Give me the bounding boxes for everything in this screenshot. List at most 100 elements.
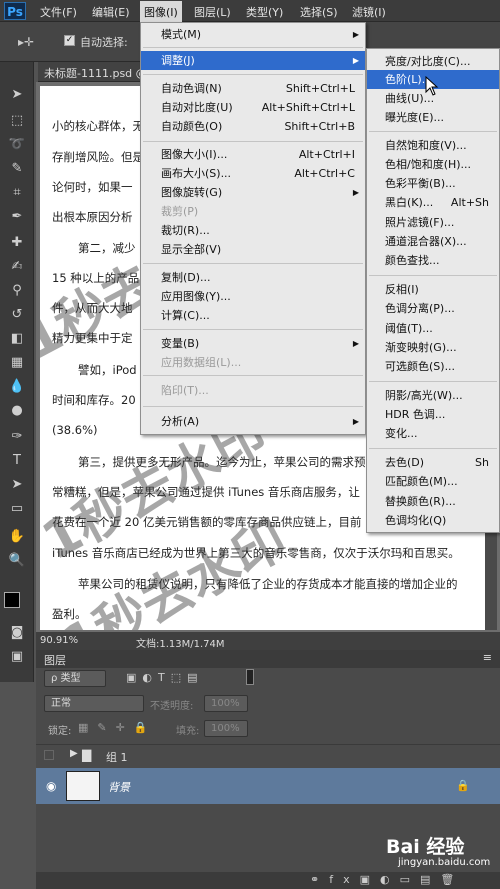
quick-mask-icon[interactable]: ◙ [8, 624, 26, 642]
fill-field[interactable]: 100% [204, 720, 248, 737]
adjust-menu-item[interactable]: 色相/饱和度(H)... [367, 155, 499, 174]
brush-icon[interactable]: ✍ [8, 258, 26, 276]
image-menu-item[interactable]: 裁切(R)... [141, 221, 365, 240]
document-tab[interactable]: 未标题-1111.psd @ [44, 65, 147, 81]
path-select-icon[interactable]: ➤ [8, 476, 26, 494]
image-menu-item-label: 自动色调(N) [161, 82, 222, 95]
menu-image[interactable]: 图像(I) [140, 1, 182, 22]
image-menu-item[interactable]: 应用图像(Y)... [141, 287, 365, 306]
adjustments-submenu: 亮度/对比度(C)... 色阶(L)... 曲线(U)... 曝光度(E)... 自然饱… [366, 48, 500, 533]
adjust-menu-item[interactable]: 阴影/高光(W)... [367, 386, 499, 405]
menu-file[interactable]: 文件(F) [40, 4, 77, 20]
hand-icon[interactable]: ✋ [8, 528, 26, 546]
adjust-menu-item[interactable]: 照片滤镜(F)... [367, 213, 499, 232]
adjust-menu-item[interactable]: 通道混合器(X)... [367, 232, 499, 251]
history-brush-icon[interactable]: ↺ [8, 306, 26, 324]
opacity-field[interactable]: 100% [204, 695, 248, 712]
adjust-menu-item[interactable]: 可选颜色(S)... [367, 357, 499, 376]
adjust-menu-item-label: 颜色查找... [385, 254, 440, 267]
image-menu-item-label: 变量(B) [161, 337, 200, 350]
image-menu-item-label: 分析(A) [161, 415, 200, 428]
expand-icon[interactable]: ▶ [70, 748, 78, 759]
auto-select-checkbox[interactable]: ✓ [64, 35, 75, 46]
layer-kind-filter[interactable]: ρ 类型 [44, 670, 106, 687]
adjust-menu-item-label: 亮度/对比度(C)... [385, 55, 471, 68]
adjust-menu-item[interactable]: 色彩平衡(B)... [367, 174, 499, 193]
image-menu-item[interactable]: 自动色调(N) Shift+Ctrl+L [141, 79, 365, 98]
layer-background-row[interactable]: ◉ 背景 🔒 [36, 768, 500, 804]
folder-icon: ▇ [82, 748, 92, 762]
adjust-menu-item[interactable]: 去色(D) Sh [367, 453, 499, 472]
adjust-menu-item[interactable]: 亮度/对比度(C)... [367, 52, 499, 71]
image-menu-item[interactable]: 自动对比度(U) Alt+Shift+Ctrl+L [141, 98, 365, 117]
shape-icon[interactable]: ▭ [8, 500, 26, 518]
layer-name[interactable]: 背景 [108, 779, 130, 795]
adjust-menu-item[interactable]: 匹配颜色(M)... [367, 472, 499, 491]
adjust-menu-item-label: 色彩平衡(B)... [385, 177, 456, 190]
layer-group-row[interactable]: ▶ ▇ 组 1 [36, 744, 500, 766]
menu-layer[interactable]: 图层(L) [194, 4, 231, 20]
stamp-icon[interactable]: ⚲ [8, 282, 26, 300]
menu-type[interactable]: 类型(Y) [246, 4, 283, 20]
filter-toggle[interactable] [246, 669, 254, 685]
adjust-menu-item[interactable]: 颜色查找... [367, 251, 499, 270]
menu-filter[interactable]: 滤镜(I) [352, 4, 386, 20]
adjust-menu-item[interactable]: 反相(I) [367, 280, 499, 299]
adjust-menu-item[interactable]: 自然饱和度(V)... [367, 136, 499, 155]
image-menu-item[interactable]: 图像旋转(G) ▶ [141, 183, 365, 202]
move-tool-icon[interactable]: ▸✛ [18, 35, 34, 49]
panel-menu-icon[interactable]: ≡ [483, 651, 492, 664]
layers-bottom-bar: ⚭fx▣◐▭▤🗑 [36, 872, 500, 889]
adjust-menu-item[interactable]: 黑白(K)... Alt+Sh [367, 193, 499, 212]
photoshop-logo: Ps [4, 2, 26, 20]
submenu-arrow-icon: ▶ [352, 417, 359, 426]
blur-icon[interactable]: 💧 [8, 378, 26, 396]
menu-select[interactable]: 选择(S) [300, 4, 338, 20]
layers-tab[interactable]: 图层 [44, 652, 66, 668]
pen-icon[interactable]: ✑ [8, 428, 26, 446]
healing-brush-icon[interactable]: ✚ [8, 234, 26, 252]
foreground-color-swatch[interactable] [4, 592, 20, 608]
image-menu-item[interactable]: 复制(D)... [141, 268, 365, 287]
shortcut-label: Sh [475, 456, 489, 469]
menu-edit[interactable]: 编辑(E) [92, 4, 130, 20]
type-icon[interactable]: T [8, 452, 26, 470]
adjust-menu-item[interactable]: 曝光度(E)... [367, 108, 499, 127]
adjust-menu-item[interactable]: HDR 色调... [367, 405, 499, 424]
layer-action-icons[interactable]: ⚭fx▣◐▭▤🗑 [310, 873, 464, 886]
quick-select-icon[interactable]: ✎ [8, 160, 26, 178]
zoom-icon[interactable]: 🔍 [8, 552, 26, 570]
image-menu-item[interactable]: 计算(C)... [141, 306, 365, 325]
layer-name[interactable]: 组 1 [106, 749, 128, 765]
layer-filter-icons[interactable]: ▣◐T⬚▤ [126, 671, 204, 684]
image-menu-item[interactable]: 显示全部(V) [141, 240, 365, 259]
image-menu-item[interactable]: 自动颜色(O) Shift+Ctrl+B [141, 117, 365, 136]
lasso-icon[interactable]: ➰ [8, 136, 26, 154]
visibility-toggle[interactable] [44, 750, 54, 760]
image-menu-item[interactable]: 分析(A) ▶ [141, 412, 365, 431]
image-menu-item[interactable]: 画布大小(S)... Alt+Ctrl+C [141, 164, 365, 183]
zoom-level[interactable]: 90.91% [40, 635, 78, 646]
adjust-menu-item[interactable]: 变化... [367, 424, 499, 443]
eraser-icon[interactable]: ◧ [8, 330, 26, 348]
marquee-icon[interactable]: ⬚ [8, 112, 26, 130]
menu-separator [369, 381, 497, 382]
adjust-menu-item[interactable]: 渐变映射(G)... [367, 338, 499, 357]
blend-mode-select[interactable]: 正常 [44, 695, 144, 712]
eyedropper-icon[interactable]: ✒ [8, 208, 26, 226]
image-menu-item[interactable]: 模式(M) ▶ [141, 25, 365, 44]
image-menu-item[interactable]: 变量(B) ▶ [141, 334, 365, 353]
crop-icon[interactable]: ⌗ [8, 184, 26, 202]
adjust-menu-item[interactable]: 色调分离(P)... [367, 299, 499, 318]
eye-icon[interactable]: ◉ [46, 779, 56, 793]
lock-icons[interactable]: ▦✎✛🔒 [78, 721, 157, 734]
image-menu-item[interactable]: 调整(J) ▶ [141, 51, 365, 70]
dodge-icon[interactable]: ● [8, 402, 26, 420]
adjust-menu-item[interactable]: 阈值(T)... [367, 319, 499, 338]
adjust-menu-item[interactable]: 色调均化(Q) [367, 511, 499, 530]
image-menu-item[interactable]: 图像大小(I)... Alt+Ctrl+I [141, 145, 365, 164]
gradient-icon[interactable]: ▦ [8, 354, 26, 372]
move-icon[interactable]: ➤ [8, 86, 26, 104]
screen-mode-icon[interactable]: ▣ [8, 648, 26, 666]
adjust-menu-item[interactable]: 替换颜色(R)... [367, 492, 499, 511]
